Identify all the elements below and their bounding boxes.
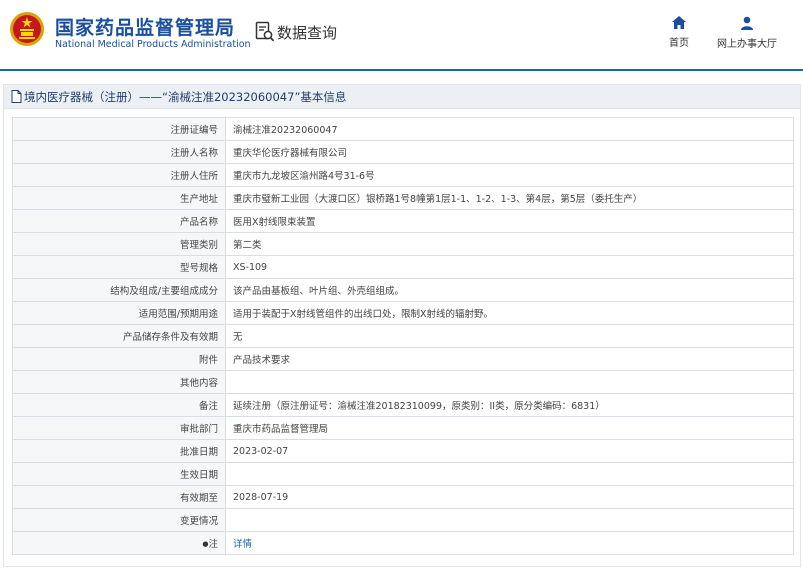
field-label: 产品名称	[12, 209, 226, 233]
record-panel: 注册证编号 渝械注准20232060047 注册人名称 重庆华伦医疗器械有限公司 注册人…	[3, 109, 801, 567]
field-value: 延续注册（原注册证号：渝械注准20182310099，原类别：II类，原分类编码…	[225, 393, 794, 417]
field-value: 2023-02-07	[225, 439, 794, 463]
home-icon	[672, 16, 686, 29]
field-value: 第二类	[225, 232, 794, 256]
field-label: 管理类别	[12, 232, 226, 256]
document-search-icon	[255, 21, 275, 42]
table-row: 产品储存条件及有效期无	[12, 324, 794, 348]
field-label: 注册人名称	[12, 140, 226, 164]
field-label: 型号规格	[12, 255, 226, 279]
table-row: 注册人名称 重庆华伦医疗器械有限公司	[12, 140, 794, 164]
table-row-note: ●注 详情	[12, 531, 794, 555]
table-row: 注册人住所 重庆市九龙坡区渝州路4号31-6号	[12, 163, 794, 187]
field-label: 注册人住所	[12, 163, 226, 187]
field-label: 产品储存条件及有效期	[12, 324, 226, 348]
field-label: 注册证编号	[12, 117, 226, 141]
note-label-cell: ●注	[12, 531, 226, 555]
field-value: 无	[225, 324, 794, 348]
field-label: 批准日期	[12, 439, 226, 463]
table-row: 其他内容	[12, 370, 794, 394]
table-row: 管理类别 第二类	[12, 232, 794, 256]
table-row: 产品名称 医用X射线限束装置	[12, 209, 794, 233]
field-value	[225, 508, 794, 532]
data-query-title: 数据查询	[255, 20, 337, 44]
table-row: 附件 产品技术要求	[12, 347, 794, 371]
query-title-text: 数据查询	[277, 23, 338, 42]
header-divider	[0, 69, 803, 71]
nav-home[interactable]: 首页	[649, 16, 709, 49]
field-label: 结构及组成/主要组成成分	[12, 278, 226, 302]
nav-online-office[interactable]: 网上办事大厅	[715, 16, 779, 50]
field-value: 重庆华伦医疗器械有限公司	[225, 140, 794, 164]
table-row: 生产地址 重庆市璧新工业园（大渡口区）银桥路1号8幢第1层1-1、1-2、1-3、…	[12, 186, 794, 210]
org-name-cn: 国家药品监督管理局	[55, 17, 236, 39]
field-value: 重庆市九龙坡区渝州路4号31-6号	[225, 163, 794, 187]
site-header: 国家药品监督管理局 National Medical Products Admi…	[0, 0, 803, 70]
field-label: 审批部门	[12, 416, 226, 440]
table-row: 生效日期	[12, 462, 794, 486]
field-value: 该产品由基板组、叶片组、外壳组组成。	[225, 278, 794, 302]
field-value: 渝械注准20232060047	[225, 117, 794, 141]
note-label: 注	[208, 539, 218, 550]
field-value: 2028-07-19	[225, 485, 794, 509]
national-emblem-icon	[10, 12, 44, 46]
field-value: XS-109	[225, 255, 794, 279]
table-row: 有效期至 2028-07-19	[12, 485, 794, 509]
details-link[interactable]: 详情	[233, 539, 252, 550]
nav-online-office-label: 网上办事大厅	[717, 39, 777, 50]
user-icon	[740, 16, 754, 30]
field-label: 生产地址	[12, 186, 226, 210]
field-value	[225, 370, 794, 394]
field-value: 医用X射线限束装置	[225, 209, 794, 233]
table-row: 审批部门 重庆市药品监督管理局	[12, 416, 794, 440]
field-value	[225, 462, 794, 486]
field-label: 变更情况	[12, 508, 226, 532]
table-row: 备注 延续注册（原注册证号：渝械注准20182310099，原类别：II类，原分类…	[12, 393, 794, 417]
table-row: 型号规格 XS-109	[12, 255, 794, 279]
note-value-cell: 详情	[225, 531, 794, 555]
table-row: 批准日期 2023-02-07	[12, 439, 794, 463]
table-row: 适用范围/预期用途 适用于装配于X射线管组件的出线口处，限制X射线的辐射野。	[12, 301, 794, 325]
field-label: 生效日期	[12, 462, 226, 486]
breadcrumb: 境内医疗器械（注册）——“渝械注准20232060047”基本信息	[3, 84, 801, 109]
breadcrumb-text: 境内医疗器械（注册）——“渝械注准20232060047”基本信息	[24, 89, 347, 104]
document-icon	[11, 90, 22, 103]
table-row: 注册证编号 渝械注准20232060047	[12, 117, 794, 141]
field-label: 附件	[12, 347, 226, 371]
table-row: 结构及组成/主要组成成分 该产品由基板组、叶片组、外壳组组成。	[12, 278, 794, 302]
field-value: 产品技术要求	[225, 347, 794, 371]
table-row: 变更情况	[12, 508, 794, 532]
org-name-en: National Medical Products Administration	[55, 39, 251, 50]
nav-home-label: 首页	[669, 38, 689, 49]
field-label: 其他内容	[12, 370, 226, 394]
field-label: 适用范围/预期用途	[12, 301, 226, 325]
field-label: 有效期至	[12, 485, 226, 509]
record-table: 注册证编号 渝械注准20232060047 注册人名称 重庆华伦医疗器械有限公司 注册人…	[12, 117, 794, 555]
field-value: 重庆市药品监督管理局	[225, 416, 794, 440]
field-value: 适用于装配于X射线管组件的出线口处，限制X射线的辐射野。	[225, 301, 794, 325]
field-value: 重庆市璧新工业园（大渡口区）银桥路1号8幢第1层1-1、1-2、1-3、第4层，…	[225, 186, 794, 210]
field-label: 备注	[12, 393, 226, 417]
